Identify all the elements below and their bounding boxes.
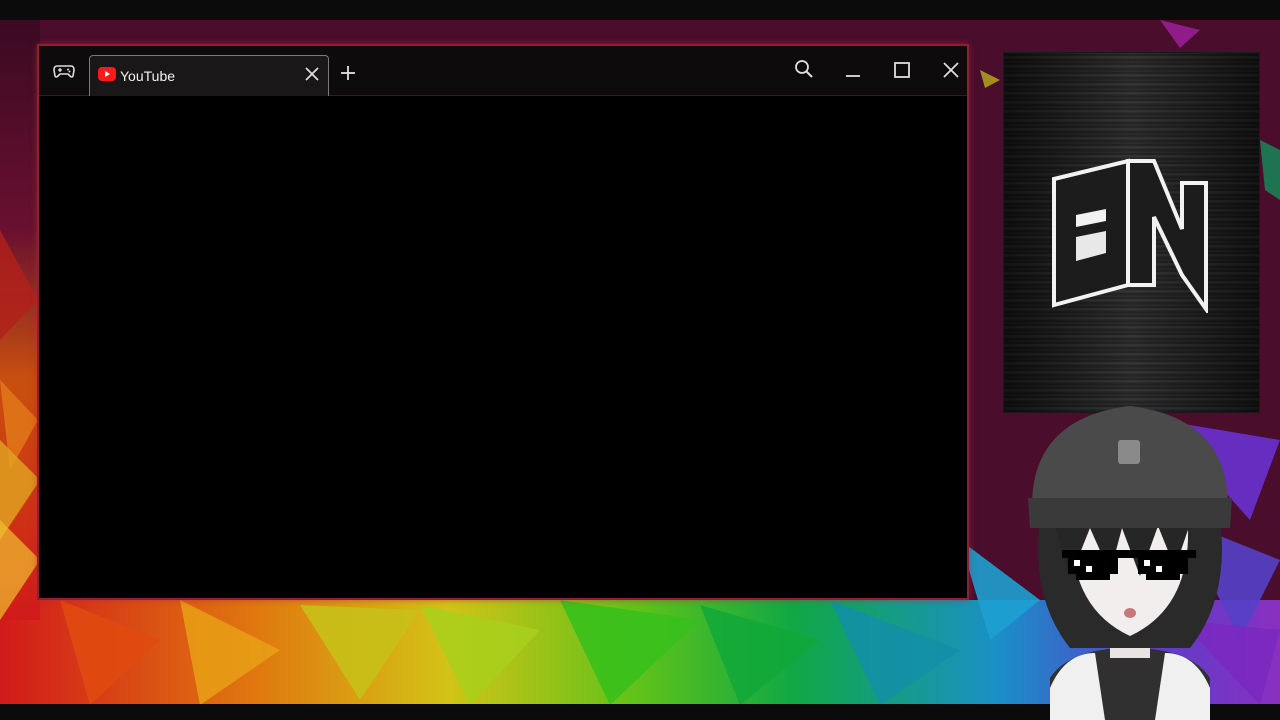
close-window-button[interactable] xyxy=(940,59,962,81)
close-tab-icon[interactable] xyxy=(304,66,320,82)
title-bar: YouTube xyxy=(39,46,967,96)
logo-panel xyxy=(1003,52,1260,413)
maximize-button[interactable] xyxy=(891,59,913,81)
maximize-icon xyxy=(894,62,910,78)
vtuber-avatar xyxy=(1028,406,1232,720)
en-logo-icon xyxy=(1052,158,1208,313)
search-button[interactable] xyxy=(793,59,815,81)
browser-window: YouTube xyxy=(37,44,969,600)
tab-youtube[interactable]: YouTube xyxy=(89,55,329,96)
tab-title: YouTube xyxy=(120,68,176,84)
search-icon xyxy=(795,60,813,78)
minimize-icon xyxy=(846,75,860,77)
top-bar xyxy=(0,0,1280,20)
gamepad-icon[interactable] xyxy=(53,64,75,78)
browser-content-area[interactable] xyxy=(39,96,967,598)
close-icon xyxy=(943,62,959,78)
youtube-icon xyxy=(98,67,116,81)
new-tab-plus-icon[interactable] xyxy=(341,66,355,80)
minimize-button[interactable] xyxy=(842,59,864,81)
